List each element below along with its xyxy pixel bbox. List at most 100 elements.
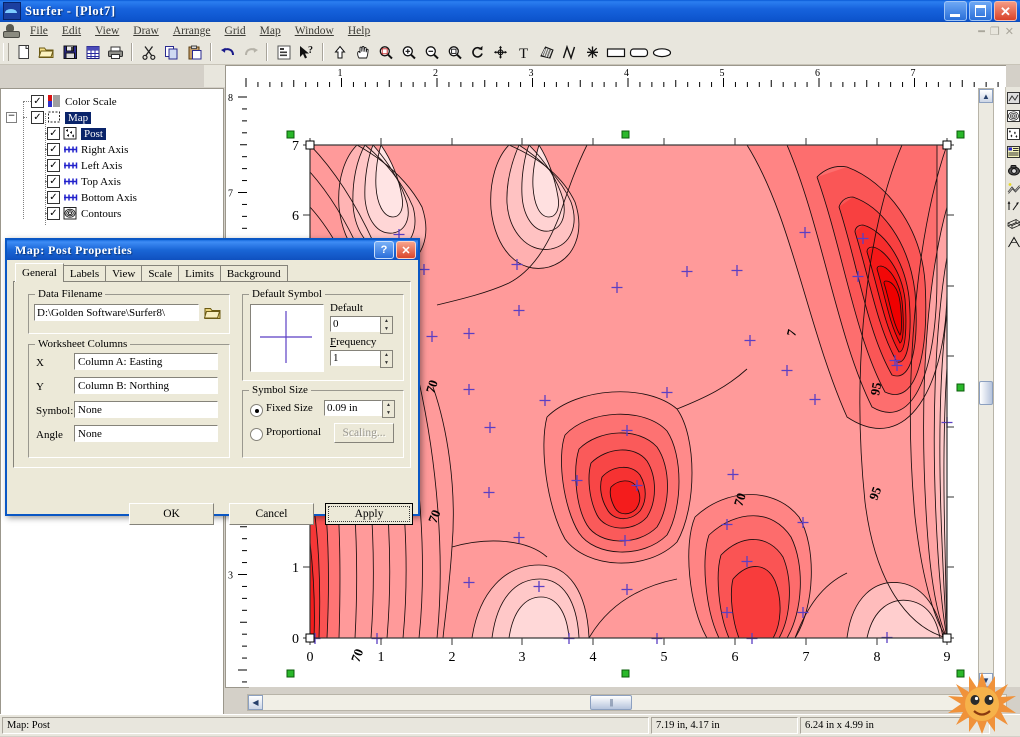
tree-item-right-axis[interactable]: ✓ Right Axis (47, 142, 128, 157)
post-properties-dialog[interactable]: Map: Post Properties ? ✕ General Labels … (5, 238, 420, 525)
zoom-page-icon[interactable] (443, 41, 466, 63)
vertical-scroll-thumb[interactable] (979, 381, 993, 405)
worksheet-grid-icon[interactable] (81, 41, 104, 63)
image-map-icon[interactable] (1006, 161, 1020, 178)
tree-item-color-scale[interactable]: ✓ Color Scale (31, 94, 117, 109)
top-axis-checkbox[interactable]: ✓ (47, 175, 60, 188)
stepper-up-icon[interactable]: ▲ (381, 351, 392, 359)
horizontal-scrollbar[interactable]: ◀ ||| (247, 694, 1007, 711)
classed-post-icon[interactable] (1006, 143, 1020, 160)
cut-scissors-icon[interactable] (137, 41, 160, 63)
save-disk-icon[interactable] (58, 41, 81, 63)
contours-checkbox[interactable]: ✓ (47, 207, 60, 220)
menu-grid[interactable]: Grid (218, 24, 253, 38)
vector-map-icon[interactable] (1006, 197, 1020, 214)
stepper-up-icon[interactable]: ▲ (381, 317, 392, 325)
post-checkbox[interactable]: ✓ (47, 127, 60, 140)
help-pointer-icon[interactable]: ? (295, 41, 318, 63)
undo-arrow-icon[interactable] (216, 41, 239, 63)
toolbar-grip[interactable] (3, 43, 9, 61)
mdi-restore-button[interactable]: ❐ (990, 25, 1000, 38)
apply-button[interactable]: Apply (325, 503, 413, 525)
new-file-icon[interactable] (12, 41, 35, 63)
ellipse-tool-icon[interactable] (650, 41, 673, 63)
dialog-close-button[interactable]: ✕ (396, 241, 416, 259)
stepper-down-icon[interactable]: ▼ (381, 325, 392, 333)
zoom-selection-icon[interactable] (374, 41, 397, 63)
horizontal-scroll-thumb[interactable]: ||| (590, 695, 632, 710)
tree-item-bottom-axis[interactable]: ✓ Bottom Axis (47, 190, 137, 205)
rect-tool-icon[interactable] (604, 41, 627, 63)
mdi-close-button[interactable]: ✕ (1005, 25, 1014, 38)
menu-map[interactable]: Map (253, 24, 288, 38)
symbol-tool-icon[interactable] (581, 41, 604, 63)
color-scale-checkbox[interactable]: ✓ (31, 95, 44, 108)
tab-general[interactable]: General (15, 263, 64, 282)
horizontal-ruler[interactable]: 1 2 3 4 5 6 7 (225, 65, 1006, 89)
polyline-tool-icon[interactable] (558, 41, 581, 63)
menu-draw[interactable]: Draw (126, 24, 166, 38)
wireframe-icon[interactable] (1006, 215, 1020, 232)
zoom-out-icon[interactable] (420, 41, 443, 63)
tree-item-post[interactable]: ✓ Post (47, 126, 106, 141)
rotate-icon[interactable] (466, 41, 489, 63)
fixed-size-stepper[interactable]: ▲ ▼ (382, 400, 395, 418)
surface-icon[interactable] (1006, 233, 1020, 250)
close-button[interactable]: ✕ (994, 1, 1017, 21)
bottom-axis-checkbox[interactable]: ✓ (47, 191, 60, 204)
text-tool-icon[interactable]: T (512, 41, 535, 63)
data-filename-input[interactable]: D:\Golden Software\Surfer8\ (34, 304, 199, 321)
reset-limits-icon[interactable] (489, 41, 512, 63)
menu-arrange[interactable]: Arrange (166, 24, 218, 38)
symbol-preview-box[interactable] (250, 304, 324, 372)
tab-limits[interactable]: Limits (178, 265, 221, 282)
object-manager-icon[interactable] (272, 41, 295, 63)
maximize-button[interactable] (969, 1, 992, 21)
rounded-rect-tool-icon[interactable] (627, 41, 650, 63)
mdi-minimize-button[interactable]: ━ (978, 25, 985, 38)
scroll-down-button[interactable]: ▼ (979, 673, 993, 687)
base-map-icon[interactable] (1006, 89, 1020, 106)
tree-expand-map[interactable]: − (6, 112, 17, 123)
dialog-help-button[interactable]: ? (374, 241, 394, 259)
stepper-down-icon[interactable]: ▼ (383, 409, 394, 417)
pan-hand-icon[interactable] (351, 41, 374, 63)
tab-view[interactable]: View (105, 265, 143, 282)
menu-file[interactable]: File (23, 24, 55, 38)
left-axis-checkbox[interactable]: ✓ (47, 159, 60, 172)
paste-clipboard-icon[interactable] (183, 41, 206, 63)
tab-labels[interactable]: Labels (62, 265, 107, 282)
select-arrow-icon[interactable] (328, 41, 351, 63)
contour-map-icon[interactable] (1006, 107, 1020, 124)
shaded-relief-icon[interactable] (1006, 179, 1020, 196)
frequency-stepper[interactable]: ▲ ▼ (380, 350, 393, 368)
proportional-radio[interactable] (250, 428, 263, 441)
menu-edit[interactable]: Edit (55, 24, 88, 38)
fixed-size-radio[interactable] (250, 404, 263, 417)
menu-help[interactable]: Help (341, 24, 377, 38)
minimize-button[interactable] (944, 1, 967, 21)
tab-scale[interactable]: Scale (141, 265, 180, 282)
scroll-left-button[interactable]: ◀ (248, 695, 263, 710)
stepper-up-icon[interactable]: ▲ (383, 401, 394, 409)
default-index-stepper[interactable]: ▲ ▼ (380, 316, 393, 334)
fixed-size-input[interactable]: 0.09 in (324, 400, 382, 416)
tree-item-contours[interactable]: ✓ Contours (47, 206, 121, 221)
scroll-up-button[interactable]: ▲ (979, 89, 993, 103)
cancel-button[interactable]: Cancel (229, 503, 314, 525)
vertical-scrollbar[interactable]: ▲ ▼ (978, 88, 994, 688)
angle-column-select[interactable]: None (74, 425, 218, 442)
zoom-in-icon[interactable] (397, 41, 420, 63)
tree-item-top-axis[interactable]: ✓ Top Axis (47, 174, 121, 189)
stepper-down-icon[interactable]: ▼ (381, 359, 392, 367)
open-folder-icon[interactable] (35, 41, 58, 63)
polygon-tool-icon[interactable] (535, 41, 558, 63)
ok-button[interactable]: OK (129, 503, 214, 525)
x-column-select[interactable]: Column A: Easting (74, 353, 218, 370)
right-axis-checkbox[interactable]: ✓ (47, 143, 60, 156)
browse-folder-button[interactable] (203, 305, 221, 320)
copy-icon[interactable] (160, 41, 183, 63)
post-map-icon[interactable] (1006, 125, 1020, 142)
print-icon[interactable] (104, 41, 127, 63)
symbol-column-select[interactable]: None (74, 401, 218, 418)
